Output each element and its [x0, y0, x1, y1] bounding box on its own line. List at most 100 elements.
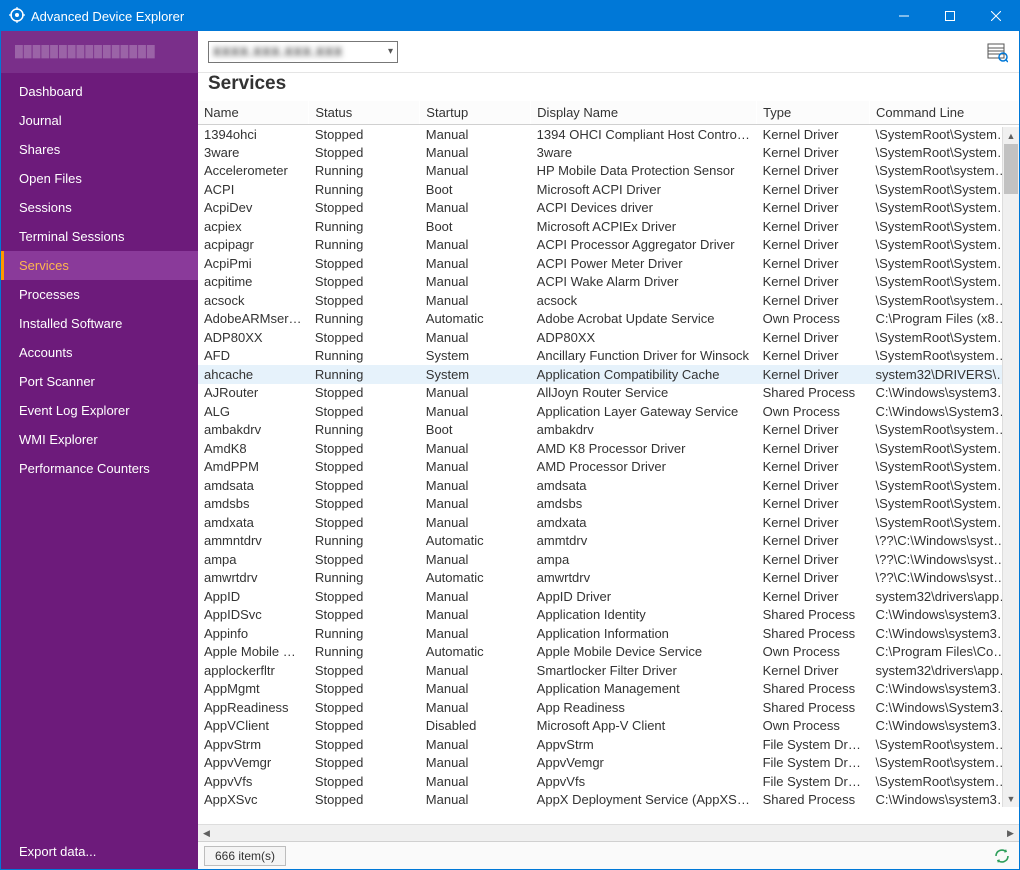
table-row[interactable]: ammntdrvRunningAutomaticammtdrvKernel Dr…	[198, 532, 1019, 551]
table-row[interactable]: ahcacheRunningSystemApplication Compatib…	[198, 365, 1019, 384]
cell-type: Kernel Driver	[757, 254, 870, 273]
export-data-link[interactable]: Export data...	[1, 834, 198, 869]
column-header-status[interactable]: Status	[309, 101, 420, 125]
column-header-name[interactable]: Name	[198, 101, 309, 125]
sidebar-item-event-log-explorer[interactable]: Event Log Explorer	[1, 396, 198, 425]
sidebar-item-dashboard[interactable]: Dashboard	[1, 77, 198, 106]
cell-name: AdobeARMservice	[198, 310, 309, 329]
cell-status: Stopped	[309, 273, 420, 292]
column-header-startup[interactable]: Startup	[420, 101, 531, 125]
table-row[interactable]: AmdK8StoppedManualAMD K8 Processor Drive…	[198, 439, 1019, 458]
table-row[interactable]: applockerfltrStoppedManualSmartlocker Fi…	[198, 661, 1019, 680]
host-selector-combo[interactable]: XXXX.XXX.XXX.XXX ▾	[208, 41, 398, 63]
cell-type: Kernel Driver	[757, 180, 870, 199]
close-button[interactable]	[973, 1, 1019, 31]
cell-name: amwrtdrv	[198, 569, 309, 588]
sidebar-item-shares[interactable]: Shares	[1, 135, 198, 164]
table-row[interactable]: AppvVemgrStoppedManualAppvVemgrFile Syst…	[198, 754, 1019, 773]
cell-startup: Manual	[420, 550, 531, 569]
table-row[interactable]: Apple Mobile De…RunningAutomaticApple Mo…	[198, 643, 1019, 662]
cell-type: Kernel Driver	[757, 476, 870, 495]
refresh-button[interactable]	[991, 845, 1013, 867]
cell-status: Stopped	[309, 754, 420, 773]
sidebar-item-wmi-explorer[interactable]: WMI Explorer	[1, 425, 198, 454]
sidebar-item-sessions[interactable]: Sessions	[1, 193, 198, 222]
table-row[interactable]: AppIDStoppedManualAppID DriverKernel Dri…	[198, 587, 1019, 606]
cell-display: 3ware	[531, 143, 757, 162]
cell-startup: Automatic	[420, 310, 531, 329]
table-row[interactable]: 3wareStoppedManual3wareKernel Driver\Sys…	[198, 143, 1019, 162]
columns-config-icon[interactable]	[985, 40, 1009, 64]
cell-status: Stopped	[309, 513, 420, 532]
sidebar-item-installed-software[interactable]: Installed Software	[1, 309, 198, 338]
cell-startup: Manual	[420, 402, 531, 421]
table-row[interactable]: acsockStoppedManualacsockKernel Driver\S…	[198, 291, 1019, 310]
table-row[interactable]: AppinfoRunningManualApplication Informat…	[198, 624, 1019, 643]
table-row[interactable]: AJRouterStoppedManualAllJoyn Router Serv…	[198, 384, 1019, 403]
cell-startup: Manual	[420, 476, 531, 495]
sidebar-item-journal[interactable]: Journal	[1, 106, 198, 135]
table-row[interactable]: AppvVfsStoppedManualAppvVfsFile System D…	[198, 772, 1019, 791]
column-header-type[interactable]: Type	[757, 101, 870, 125]
sidebar-item-terminal-sessions[interactable]: Terminal Sessions	[1, 222, 198, 251]
table-row[interactable]: amdsataStoppedManualamdsataKernel Driver…	[198, 476, 1019, 495]
table-row[interactable]: AcpiDevStoppedManualACPI Devices driverK…	[198, 199, 1019, 218]
cell-cmd: \SystemRoot\system32\di	[870, 772, 1019, 791]
scroll-thumb[interactable]	[1004, 144, 1018, 194]
minimize-button[interactable]	[881, 1, 927, 31]
cell-display: Application Identity	[531, 606, 757, 625]
column-header-display-name[interactable]: Display Name	[531, 101, 757, 125]
cell-startup: Disabled	[420, 717, 531, 736]
table-row[interactable]: AdobeARMserviceRunningAutomaticAdobe Acr…	[198, 310, 1019, 329]
horizontal-scrollbar[interactable]: ◀ ▶	[198, 824, 1019, 841]
scroll-up-arrow[interactable]: ▲	[1003, 127, 1019, 144]
table-row[interactable]: ambakdrvRunningBootambakdrvKernel Driver…	[198, 421, 1019, 440]
cell-startup: System	[420, 347, 531, 366]
sidebar-item-processes[interactable]: Processes	[1, 280, 198, 309]
cell-status: Stopped	[309, 254, 420, 273]
table-row[interactable]: AppXSvcStoppedManualAppX Deployment Serv…	[198, 791, 1019, 810]
scroll-right-arrow[interactable]: ▶	[1002, 825, 1019, 841]
table-row[interactable]: AppMgmtStoppedManualApplication Manageme…	[198, 680, 1019, 699]
table-row[interactable]: ALGStoppedManualApplication Layer Gatewa…	[198, 402, 1019, 421]
table-row[interactable]: AccelerometerRunningManualHP Mobile Data…	[198, 162, 1019, 181]
cell-startup: Manual	[420, 661, 531, 680]
sidebar-item-port-scanner[interactable]: Port Scanner	[1, 367, 198, 396]
cell-cmd: system32\DRIVERS\ahcac	[870, 365, 1019, 384]
table-row[interactable]: acpiexRunningBootMicrosoft ACPIEx Driver…	[198, 217, 1019, 236]
scroll-left-arrow[interactable]: ◀	[198, 825, 215, 841]
sidebar-item-accounts[interactable]: Accounts	[1, 338, 198, 367]
cell-type: Kernel Driver	[757, 550, 870, 569]
cell-type: Shared Process	[757, 606, 870, 625]
maximize-button[interactable]	[927, 1, 973, 31]
vertical-scrollbar[interactable]: ▲ ▼	[1002, 127, 1019, 807]
cell-status: Stopped	[309, 735, 420, 754]
table-row[interactable]: AppvStrmStoppedManualAppvStrmFile System…	[198, 735, 1019, 754]
cell-name: ammntdrv	[198, 532, 309, 551]
cell-display: ammtdrv	[531, 532, 757, 551]
table-row[interactable]: amwrtdrvRunningAutomaticamwrtdrvKernel D…	[198, 569, 1019, 588]
table-row[interactable]: AppVClientStoppedDisabledMicrosoft App-V…	[198, 717, 1019, 736]
cell-status: Running	[309, 236, 420, 255]
table-row[interactable]: acpipagrRunningManualACPI Processor Aggr…	[198, 236, 1019, 255]
table-row[interactable]: AcpiPmiStoppedManualACPI Power Meter Dri…	[198, 254, 1019, 273]
sidebar-item-services[interactable]: Services	[1, 251, 198, 280]
cell-startup: Manual	[420, 735, 531, 754]
cell-cmd: \SystemRoot\System32\d	[870, 328, 1019, 347]
table-row[interactable]: amdxataStoppedManualamdxataKernel Driver…	[198, 513, 1019, 532]
table-row[interactable]: 1394ohciStoppedManual1394 OHCI Compliant…	[198, 125, 1019, 144]
table-row[interactable]: ACPIRunningBootMicrosoft ACPI DriverKern…	[198, 180, 1019, 199]
table-row[interactable]: AmdPPMStoppedManualAMD Processor DriverK…	[198, 458, 1019, 477]
sidebar-item-open-files[interactable]: Open Files	[1, 164, 198, 193]
table-row[interactable]: amdsbsStoppedManualamdsbsKernel Driver\S…	[198, 495, 1019, 514]
scroll-down-arrow[interactable]: ▼	[1003, 790, 1019, 807]
table-row[interactable]: ampaStoppedManualampaKernel Driver\??\C:…	[198, 550, 1019, 569]
column-header-command-line[interactable]: Command Line	[870, 101, 1019, 125]
sidebar-item-performance-counters[interactable]: Performance Counters	[1, 454, 198, 483]
table-row[interactable]: AppIDSvcStoppedManualApplication Identit…	[198, 606, 1019, 625]
table-row[interactable]: AFDRunningSystemAncillary Function Drive…	[198, 347, 1019, 366]
table-row[interactable]: acpitimeStoppedManualACPI Wake Alarm Dri…	[198, 273, 1019, 292]
cell-cmd: \SystemRoot\system32\di	[870, 735, 1019, 754]
table-row[interactable]: ADP80XXStoppedManualADP80XXKernel Driver…	[198, 328, 1019, 347]
table-row[interactable]: AppReadinessStoppedManualApp ReadinessSh…	[198, 698, 1019, 717]
